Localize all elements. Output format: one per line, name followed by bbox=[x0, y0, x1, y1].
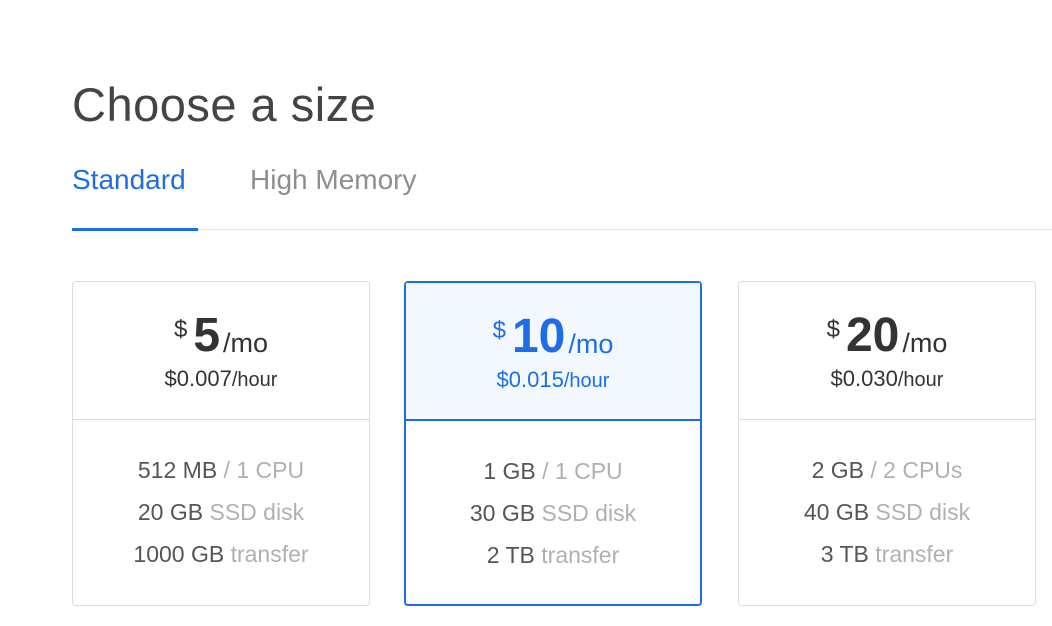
disk-label: SSD disk bbox=[869, 499, 971, 525]
hourly-amount: $0.030 bbox=[830, 366, 898, 391]
disk-label: SSD disk bbox=[203, 499, 305, 525]
size-tabs: Standard High Memory bbox=[72, 0, 1052, 232]
spec-transfer: 3 TB transfer bbox=[739, 536, 1035, 578]
memory-value: 2 GB bbox=[811, 457, 864, 483]
hourly-price: $0.007/hour bbox=[73, 364, 369, 397]
currency-symbol: $ bbox=[173, 316, 188, 343]
transfer-value: 3 TB bbox=[820, 541, 869, 567]
spec-memory-cpu: 1 GB / 1 CPU bbox=[406, 453, 700, 495]
per-hour-label: /hour bbox=[563, 370, 610, 392]
transfer-label: transfer bbox=[868, 541, 954, 567]
transfer-value: 2 TB bbox=[486, 542, 535, 568]
per-month-label: /mo bbox=[902, 328, 948, 358]
spec-disk: 20 GB SSD disk bbox=[73, 494, 369, 536]
monthly-price: $5/mo bbox=[73, 308, 369, 368]
cpu-value: / 1 CPU bbox=[535, 458, 623, 484]
hourly-price: $0.030/hour bbox=[739, 364, 1035, 397]
cpu-value: / 1 CPU bbox=[217, 457, 305, 483]
per-month-label: /mo bbox=[223, 328, 269, 358]
plan-card-header: $10/mo $0.015/hour bbox=[406, 283, 700, 421]
disk-value: 40 GB bbox=[803, 499, 870, 525]
transfer-label: transfer bbox=[534, 542, 620, 568]
per-hour-label: /hour bbox=[231, 369, 278, 391]
monthly-price: $10/mo bbox=[406, 309, 700, 369]
currency-symbol: $ bbox=[826, 316, 840, 343]
plan-specs: 1 GB / 1 CPU 30 GB SSD disk 2 TB transfe… bbox=[406, 453, 700, 579]
spec-transfer: 1000 GB transfer bbox=[73, 536, 369, 578]
memory-value: 1 GB bbox=[483, 458, 536, 484]
spec-memory-cpu: 512 MB / 1 CPU bbox=[73, 452, 369, 494]
plan-card-20[interactable]: $20/mo $0.030/hour 2 GB / 2 CPUs 40 GB S… bbox=[738, 281, 1036, 606]
tab-high-memory[interactable]: High Memory bbox=[250, 160, 416, 200]
disk-value: 20 GB bbox=[137, 499, 204, 525]
spec-memory-cpu: 2 GB / 2 CPUs bbox=[739, 452, 1035, 494]
plan-card-10[interactable]: $10/mo $0.015/hour 1 GB / 1 CPU 30 GB SS… bbox=[404, 281, 702, 606]
plan-card-header: $5/mo $0.007/hour bbox=[73, 282, 369, 420]
transfer-value: 1000 GB bbox=[133, 541, 225, 567]
spec-disk: 30 GB SSD disk bbox=[406, 495, 700, 537]
per-month-label: /mo bbox=[568, 329, 614, 359]
hourly-amount: $0.015 bbox=[496, 367, 564, 392]
plan-card-header: $20/mo $0.030/hour bbox=[739, 282, 1035, 420]
memory-value: 512 MB bbox=[137, 457, 218, 483]
plan-specs: 512 MB / 1 CPU 20 GB SSD disk 1000 GB tr… bbox=[73, 452, 369, 578]
hourly-amount: $0.007 bbox=[164, 366, 232, 391]
monthly-price: $20/mo bbox=[739, 308, 1035, 368]
monthly-amount: 5 bbox=[193, 309, 221, 362]
tab-standard[interactable]: Standard bbox=[72, 160, 186, 200]
spec-disk: 40 GB SSD disk bbox=[739, 494, 1035, 536]
disk-value: 30 GB bbox=[469, 500, 536, 526]
plan-card-5[interactable]: $5/mo $0.007/hour 512 MB / 1 CPU 20 GB S… bbox=[72, 281, 370, 606]
transfer-label: transfer bbox=[224, 541, 309, 567]
monthly-amount: 20 bbox=[845, 309, 900, 362]
per-hour-label: /hour bbox=[897, 369, 944, 391]
plan-specs: 2 GB / 2 CPUs 40 GB SSD disk 3 TB transf… bbox=[739, 452, 1035, 578]
spec-transfer: 2 TB transfer bbox=[406, 537, 700, 579]
cpu-value: / 2 CPUs bbox=[864, 457, 963, 483]
active-tab-indicator bbox=[72, 228, 198, 231]
tabs-divider bbox=[198, 229, 1052, 230]
hourly-price: $0.015/hour bbox=[406, 365, 700, 398]
monthly-amount: 10 bbox=[511, 310, 566, 363]
disk-label: SSD disk bbox=[535, 500, 637, 526]
currency-symbol: $ bbox=[492, 317, 506, 344]
